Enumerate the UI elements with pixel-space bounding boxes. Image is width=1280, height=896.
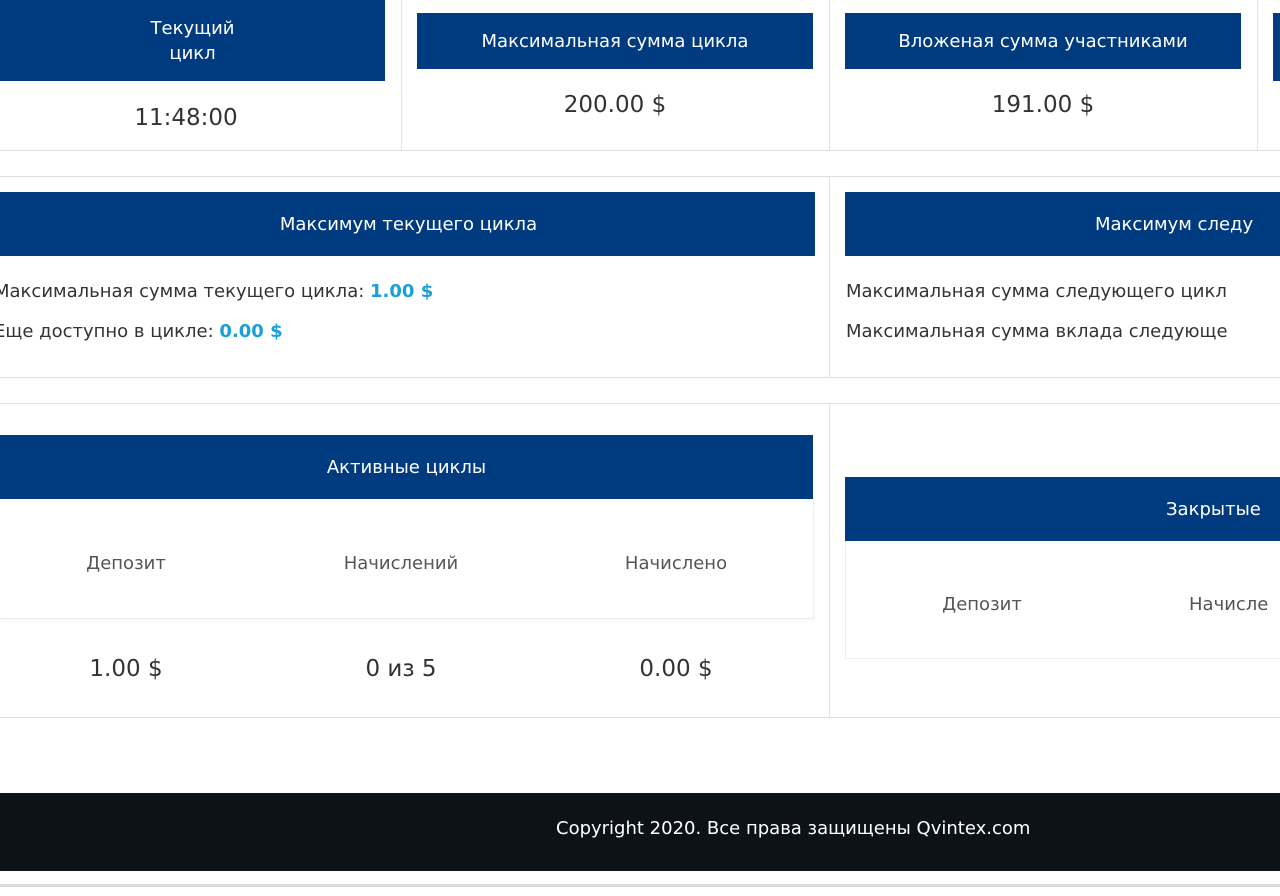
section-border	[0, 150, 1280, 151]
current-cycle-value: 11:48:00	[134, 105, 238, 131]
next-max-header: Максимум следу	[845, 192, 1280, 256]
current-cycle-header: Текущий цикл	[0, 0, 385, 81]
divider	[829, 176, 830, 378]
current-max-header: Максимум текущего цикла	[0, 192, 815, 256]
table-cell-accruals: 0 из 5	[365, 656, 437, 682]
invested-sum-value: 191.00 $	[991, 92, 1095, 118]
active-cycles-header: Активные циклы	[0, 435, 813, 499]
footer-bottom-border	[0, 884, 1280, 887]
current-max-line: Максимальная сумма текущего цикла: 1.00 …	[0, 281, 433, 302]
max-cycle-sum-value: 200.00 $	[563, 92, 667, 118]
invested-sum-header: Вложеная сумма участниками	[845, 13, 1241, 69]
max-cycle-sum-header: Максимальная сумма цикла	[417, 13, 813, 69]
table-cell-accrued: 0.00 $	[639, 656, 713, 682]
current-max-value: 1.00 $	[370, 281, 434, 302]
footer-copyright: Copyright 2020. Все права защищены Qvint…	[556, 818, 1031, 839]
col-accrued: Начислено	[624, 553, 728, 574]
table-cell-deposit: 1.00 $	[89, 656, 163, 682]
section-border	[0, 717, 1280, 718]
closed-col-accruals: Начисле	[1189, 594, 1269, 615]
partial-header-edge	[1273, 13, 1280, 81]
current-max-label: Максимальная сумма текущего цикла:	[0, 281, 365, 302]
closed-col-deposit: Депозит	[942, 594, 1022, 615]
section-border	[0, 176, 1280, 177]
available-value: 0.00 $	[219, 321, 283, 342]
divider	[829, 0, 830, 150]
col-deposit: Депозит	[86, 553, 166, 574]
section-border	[0, 403, 1280, 404]
section-border	[0, 377, 1280, 378]
available-label: Еще доступно в цикле:	[0, 321, 214, 342]
next-max-line-1: Максимальная сумма следующего цикл	[846, 281, 1227, 302]
next-max-line-2: Максимальная сумма вклада следующе	[846, 321, 1228, 342]
closed-cycles-header: Закрытые	[845, 477, 1280, 541]
divider	[1257, 0, 1258, 150]
divider	[829, 403, 830, 717]
available-line: Еще доступно в цикле: 0.00 $	[0, 321, 283, 342]
divider	[401, 0, 402, 150]
col-accruals: Начислений	[343, 553, 459, 574]
